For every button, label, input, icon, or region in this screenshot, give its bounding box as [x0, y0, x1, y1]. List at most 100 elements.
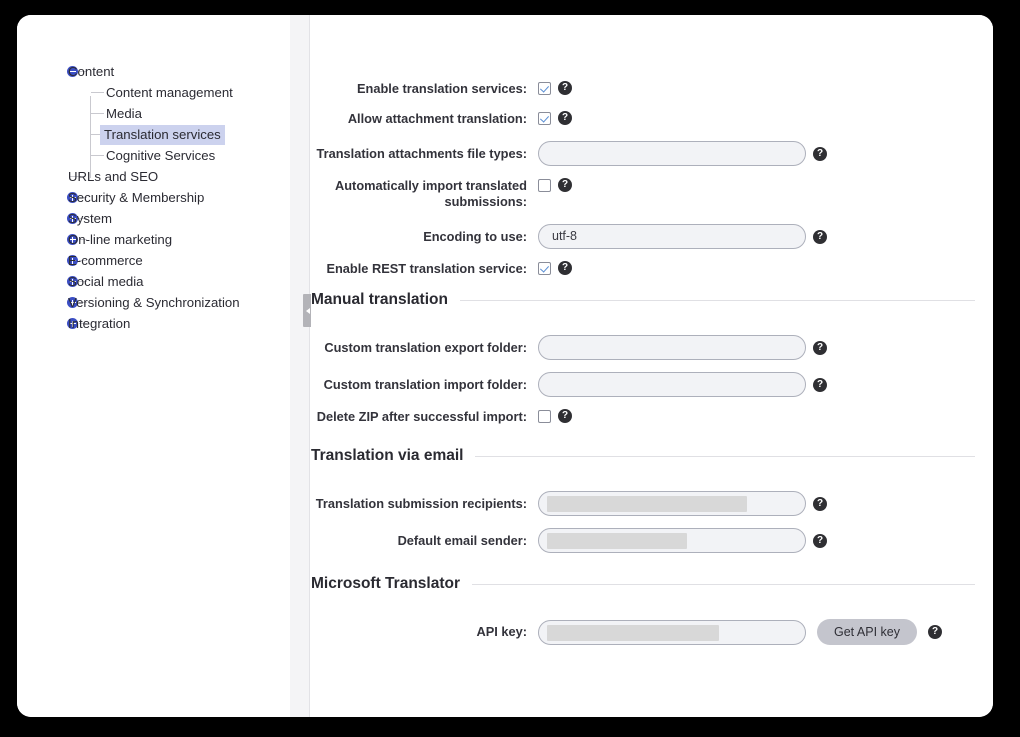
section-header: Translation via email [311, 447, 993, 465]
field-control-group: Get API key? [538, 619, 943, 645]
form-row-automatically-import-translated-submissions: Automatically import translated submissi… [311, 178, 993, 210]
sidebar-item-urls-and-seo[interactable]: URLs and SEO [17, 166, 290, 187]
field-label: Translation submission recipients: [315, 496, 527, 511]
help-icon[interactable]: ? [558, 409, 572, 423]
field-label: Enable REST translation service: [326, 261, 527, 276]
redacted-value-bar [547, 624, 719, 641]
translation-services-settings: Enable translation services:? Allow attac… [311, 15, 993, 717]
section-divider [472, 583, 975, 585]
form-row-translation-submission-recipients: Translation submission recipients:? [311, 491, 993, 516]
panel-splitter[interactable] [290, 15, 312, 717]
sidebar-item-security-membership[interactable]: Security & Membership [17, 187, 290, 208]
help-icon[interactable]: ? [813, 377, 827, 392]
help-icon[interactable]: ? [928, 625, 943, 639]
help-icon[interactable]: ? [558, 178, 572, 192]
input-translation-submission-recipients[interactable] [538, 491, 806, 516]
sidebar-item-label: Social media [68, 274, 144, 289]
field-control-group: ? [538, 111, 572, 125]
help-icon[interactable]: ? [813, 533, 827, 548]
form-row-enable-rest-translation-service: Enable REST translation service:? [311, 261, 993, 277]
field-label: Enable translation services: [357, 81, 527, 96]
field-label: API key: [476, 624, 527, 639]
sidebar-item-label: On-line marketing [68, 232, 173, 247]
field-control-group: ? [538, 141, 827, 166]
sidebar-item-social-media[interactable]: Social media [17, 271, 290, 292]
input-custom-translation-import-folder[interactable] [538, 372, 806, 397]
section-divider [475, 455, 975, 457]
checkbox-automatically-import-translated-submissions[interactable] [538, 178, 551, 192]
sidebar-item-label: URLs and SEO [68, 169, 159, 184]
checkbox-enable-translation-services[interactable] [538, 81, 551, 95]
sidebar-item-label: Integration [68, 316, 131, 331]
sidebar-item-media[interactable]: Media [17, 103, 290, 124]
field-label: Default email sender: [397, 533, 527, 548]
field-label: Allow attachment translation: [347, 111, 527, 126]
section-divider [459, 299, 975, 301]
form-row-encoding-to-use: Encoding to use: utf-8? [311, 224, 993, 249]
checkbox-delete-zip-after-successful-import[interactable] [538, 409, 551, 423]
section-microsoft-translator: Microsoft Translator API key: Get API key? [311, 575, 993, 645]
help-icon[interactable]: ? [813, 340, 827, 355]
field-control-group: utf-8? [538, 224, 827, 249]
checkbox-allow-attachment-translation[interactable] [538, 111, 551, 125]
form-row-api-key: API key: Get API key? [311, 619, 993, 645]
help-icon[interactable]: ? [558, 261, 572, 275]
tree-connector-line [91, 92, 104, 93]
input-default-email-sender[interactable] [538, 528, 806, 553]
field-label: Delete ZIP after successful import: [316, 409, 527, 424]
sidebar-item-label: System [68, 211, 112, 226]
sidebar-item-label: Media [106, 106, 142, 121]
section-title: Microsoft Translator [311, 575, 460, 592]
section-header: Microsoft Translator [311, 575, 993, 593]
redacted-value-bar [547, 496, 747, 512]
form-row-allow-attachment-translation: Allow attachment translation:? [311, 111, 993, 127]
sidebar-item-system[interactable]: System [17, 208, 290, 229]
section-manual-translation: Manual translation Custom translation exp… [311, 291, 993, 425]
input-custom-translation-export-folder[interactable] [538, 335, 806, 360]
general-settings-group: Enable translation services:? Allow attac… [311, 15, 993, 277]
get-api-key-button[interactable]: Get API key [817, 619, 918, 645]
sidebar-item-translation-services[interactable]: Translation services [17, 124, 290, 145]
section-title: Translation via email [311, 447, 464, 464]
field-control-group: ? [538, 178, 572, 192]
help-icon[interactable]: ? [813, 229, 827, 244]
section-translation-via-email: Translation via email Translation submiss… [311, 447, 993, 553]
field-label: Custom translation export folder: [324, 340, 527, 355]
field-control-group: ? [538, 81, 572, 95]
field-label: Translation attachments file types: [316, 146, 528, 161]
tree-connector-line [91, 155, 104, 156]
settings-category-tree[interactable]: Content Content management Media Translatio… [17, 15, 290, 717]
form-row-custom-translation-import-folder: Custom translation import folder:? [311, 372, 993, 397]
input-api-key[interactable] [538, 619, 806, 645]
sidebar-item-e-commerce[interactable]: E-commerce [17, 250, 290, 271]
sidebar-item-label: Content [68, 64, 115, 79]
section-header: Manual translation [311, 291, 993, 309]
checkbox-enable-rest-translation-service[interactable] [538, 261, 551, 275]
form-row-translation-attachments-file-types: Translation attachments file types:? [311, 141, 993, 166]
sidebar-item-integration[interactable]: Integration [17, 313, 290, 334]
sidebar-item-cognitive-services[interactable]: Cognitive Services [17, 145, 290, 166]
help-icon[interactable]: ? [558, 81, 572, 95]
form-row-default-email-sender: Default email sender:? [311, 528, 993, 553]
sidebar-item-versioning-synchronization[interactable]: Versioning & Synchronization [17, 292, 290, 313]
input-encoding-to-use[interactable]: utf-8 [538, 224, 806, 249]
sidebar-item-label: Translation services [100, 124, 225, 145]
application-window: Content Content management Media Translatio… [17, 15, 993, 717]
field-control-group: ? [538, 335, 827, 360]
help-icon[interactable]: ? [813, 146, 827, 161]
field-label: Encoding to use: [423, 229, 527, 244]
sidebar-item-content-management[interactable]: Content management [17, 82, 290, 103]
sidebar-item-on-line-marketing[interactable]: On-line marketing [17, 229, 290, 250]
field-control-group: ? [538, 261, 572, 275]
input-value: utf-8 [552, 229, 578, 243]
help-icon[interactable]: ? [813, 496, 827, 511]
section-title: Manual translation [311, 291, 448, 308]
sidebar-item-label: Versioning & Synchronization [68, 295, 240, 310]
field-label: Custom translation import folder: [323, 377, 527, 392]
sidebar-item-content[interactable]: Content [17, 61, 290, 82]
form-row-delete-zip-after-successful-import: Delete ZIP after successful import:? [311, 409, 993, 425]
collapse-arrow-icon [305, 307, 310, 314]
input-translation-attachments-file-types[interactable] [538, 141, 806, 166]
help-icon[interactable]: ? [558, 111, 572, 125]
sidebar-item-label: Cognitive Services [106, 148, 216, 163]
